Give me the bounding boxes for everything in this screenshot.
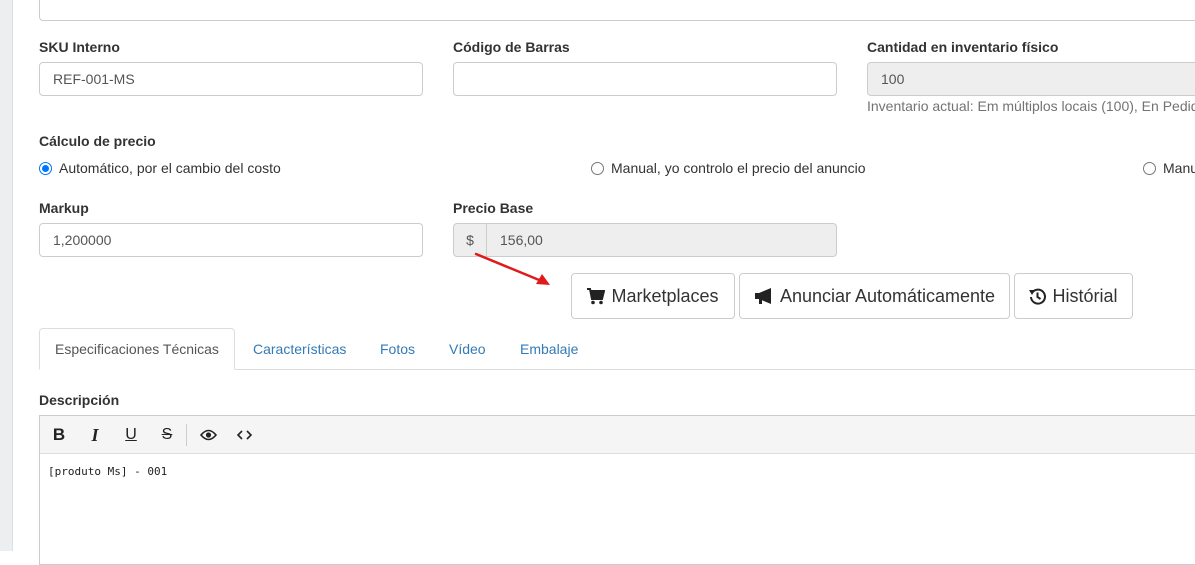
auto-announce-button-label: Anunciar Automáticamente	[779, 285, 996, 306]
strikethrough-icon[interactable]: S	[156, 424, 178, 446]
pricing-option-manual-2[interactable]: Manual	[1143, 160, 1195, 176]
description-content[interactable]: [produto Ms] - 001	[48, 465, 167, 478]
description-label: Descripción	[39, 392, 120, 408]
radio-button[interactable]	[591, 161, 604, 175]
content-border	[12, 0, 24, 551]
tab-video[interactable]: Vídeo	[434, 328, 501, 370]
pricing-option-label: Manual	[1163, 160, 1195, 176]
shopping-cart-icon	[587, 287, 606, 304]
pricing-label: Cálculo de precio	[39, 133, 156, 149]
inventory-input: 100	[867, 62, 1195, 96]
tab-technical-specs[interactable]: Especificaciones Técnicas	[39, 328, 235, 370]
description-editor: B I U S [produto Ms] - 001	[39, 415, 1195, 565]
inventory-label: Cantidad en inventario físico	[867, 39, 1059, 55]
base-price-label: Precio Base	[453, 200, 534, 216]
annotation-arrow-icon	[474, 252, 550, 285]
marketplaces-button-label: Marketplaces	[611, 285, 719, 306]
pricing-option-label: Automático, por el cambio del costo	[59, 160, 281, 176]
editor-toolbar: B I U S	[40, 416, 1195, 454]
sku-input[interactable]: REF-001-MS	[39, 62, 423, 96]
italic-icon[interactable]: I	[84, 424, 106, 446]
toolbar-separator	[186, 424, 187, 446]
barcode-input[interactable]	[453, 62, 837, 96]
pricing-option-manual[interactable]: Manual, yo controlo el precio del anunci…	[591, 160, 866, 176]
auto-announce-button[interactable]: Anunciar Automáticamente	[739, 273, 1010, 319]
underline-icon[interactable]: U	[120, 424, 142, 446]
history-button-label: Histórial	[1052, 285, 1118, 306]
marketplaces-button[interactable]: Marketplaces	[571, 273, 735, 319]
barcode-label: Código de Barras	[453, 39, 570, 55]
inventory-help-text: Inventario actual: Em múltiplos locais (…	[867, 98, 1195, 114]
previous-field-input[interactable]	[39, 0, 1195, 21]
sku-label: SKU Interno	[39, 39, 120, 55]
eye-icon[interactable]	[197, 424, 219, 446]
tab-features[interactable]: Características	[238, 328, 361, 370]
code-icon[interactable]	[233, 424, 255, 446]
markup-input[interactable]: 1,200000	[39, 223, 423, 257]
page-gutter	[0, 0, 12, 551]
radio-button[interactable]	[1143, 161, 1156, 175]
tab-packaging[interactable]: Embalaje	[505, 328, 593, 370]
history-button[interactable]: Histórial	[1014, 273, 1133, 319]
pricing-option-automatic[interactable]: Automático, por el cambio del costo	[39, 160, 281, 176]
bold-icon[interactable]: B	[48, 424, 70, 446]
tab-photos[interactable]: Fotos	[365, 328, 430, 370]
history-icon	[1029, 288, 1047, 305]
megaphone-icon	[754, 287, 771, 304]
radio-button-checked[interactable]	[39, 161, 52, 175]
markup-label: Markup	[39, 200, 89, 216]
pricing-option-label: Manual, yo controlo el precio del anunci…	[611, 160, 866, 176]
